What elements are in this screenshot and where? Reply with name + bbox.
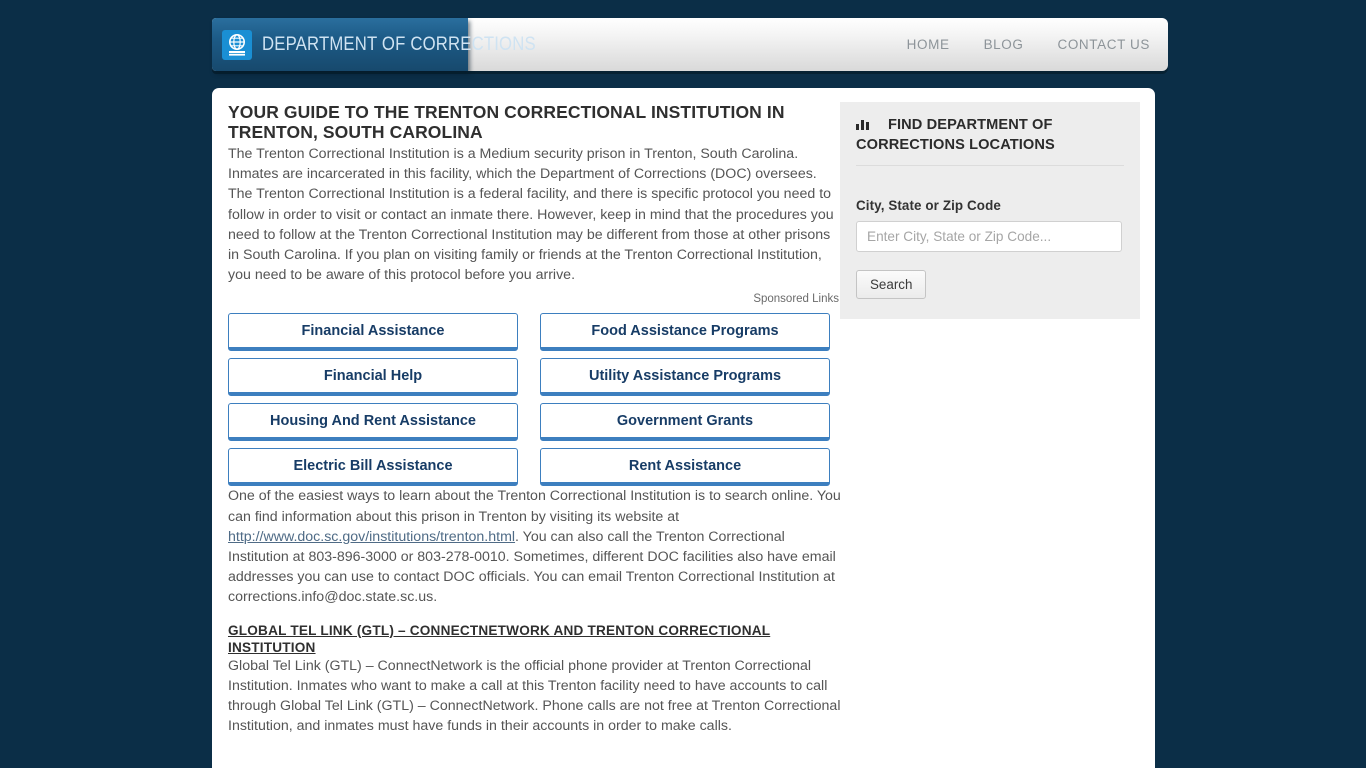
ad-housing-and-rent-assistance[interactable]: Housing And Rent Assistance	[228, 403, 518, 442]
main-column: YOUR GUIDE TO THE TRENTON CORRECTIONAL I…	[228, 102, 841, 736]
page-root: DEPARTMENT OF CORRECTIONS HOME BLOG CONT…	[0, 0, 1366, 768]
ad-financial-help[interactable]: Financial Help	[228, 358, 518, 397]
main-nav: HOME BLOG CONTACT US	[907, 18, 1150, 71]
ad-utility-assistance-programs[interactable]: Utility Assistance Programs	[540, 358, 830, 397]
ad-food-assistance-programs[interactable]: Food Assistance Programs	[540, 313, 830, 352]
contact-text-before-link: One of the easiest ways to learn about t…	[228, 488, 841, 525]
sponsored-ad-grid: Financial Assistance Food Assistance Pro…	[228, 313, 841, 487]
nav-home[interactable]: HOME	[907, 37, 950, 52]
contact-paragraph: One of the easiest ways to learn about t…	[228, 486, 841, 607]
nav-contact-us[interactable]: CONTACT US	[1057, 37, 1150, 52]
header-bar: DEPARTMENT OF CORRECTIONS HOME BLOG CONT…	[212, 18, 1168, 71]
location-search-input[interactable]	[856, 221, 1122, 252]
ad-electric-bill-assistance[interactable]: Electric Bill Assistance	[228, 448, 518, 487]
globe-badge-icon	[222, 29, 252, 60]
city-state-zip-label: City, State or Zip Code	[856, 198, 1001, 213]
locations-widget-title: FIND DEPARTMENT OF CORRECTIONS LOCATIONS	[856, 116, 1124, 166]
bar-chart-icon	[856, 117, 870, 136]
site-header: DEPARTMENT OF CORRECTIONS HOME BLOG CONT…	[212, 18, 1168, 74]
locations-widget-title-text: FIND DEPARTMENT OF CORRECTIONS LOCATIONS	[856, 117, 1055, 153]
page-title: YOUR GUIDE TO THE TRENTON CORRECTIONAL I…	[228, 102, 785, 142]
ad-financial-assistance[interactable]: Financial Assistance	[228, 313, 518, 352]
site-logo[interactable]: DEPARTMENT OF CORRECTIONS	[212, 18, 536, 71]
content-card: YOUR GUIDE TO THE TRENTON CORRECTIONAL I…	[212, 88, 1155, 768]
sponsored-links-label: Sponsored Links	[753, 293, 839, 306]
intro-paragraph: The Trenton Correctional Institution is …	[228, 146, 834, 284]
site-logo-text: DEPARTMENT OF CORRECTIONS	[262, 33, 536, 55]
gtl-section-heading: GLOBAL TEL LINK (GTL) – CONNECTNETWORK A…	[228, 622, 771, 655]
ad-rent-assistance[interactable]: Rent Assistance	[540, 448, 830, 487]
nav-blog[interactable]: BLOG	[984, 37, 1024, 52]
gtl-paragraph: Global Tel Link (GTL) – ConnectNetwork i…	[228, 657, 841, 735]
location-search-button[interactable]: Search	[856, 270, 927, 299]
ad-government-grants[interactable]: Government Grants	[540, 403, 830, 442]
facility-website-link[interactable]: http://www.doc.sc.gov/institutions/trent…	[228, 529, 515, 545]
sidebar: FIND DEPARTMENT OF CORRECTIONS LOCATIONS…	[840, 102, 1140, 319]
